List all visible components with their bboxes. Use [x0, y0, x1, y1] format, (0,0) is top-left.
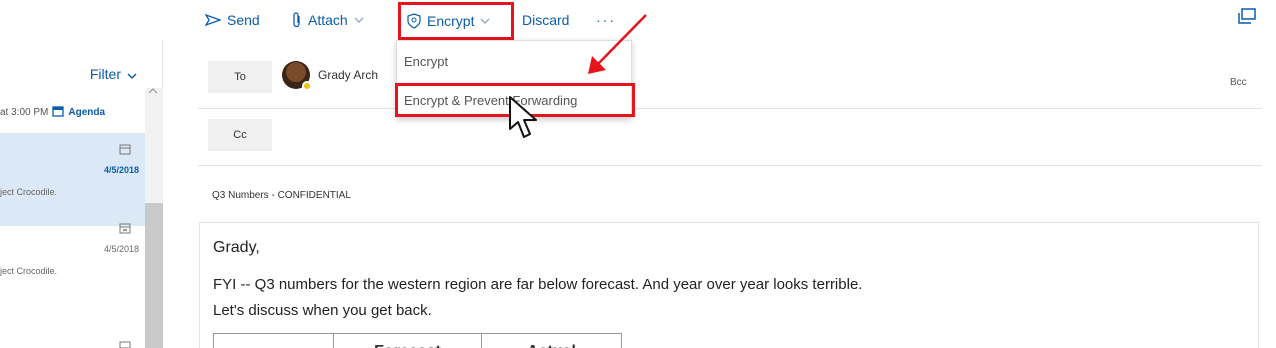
scroll-up-icon[interactable] — [148, 86, 158, 97]
filter-button[interactable]: Filter — [90, 66, 137, 82]
agenda-link[interactable]: Agenda — [68, 107, 105, 118]
avatar — [282, 61, 312, 91]
list-item-date: 4/5/2018 — [103, 165, 139, 175]
table-header-cell: Forecast — [333, 333, 482, 348]
calendar-icon — [52, 105, 65, 120]
compose-pane: To Grady Arch Bcc Cc Q3 Numbers - CONFID… — [198, 40, 1276, 348]
agenda-time: at 3:00 PM — [0, 107, 49, 118]
to-button[interactable]: To — [208, 61, 272, 93]
discard-button[interactable]: Discard — [522, 9, 569, 31]
divider — [198, 108, 1262, 109]
list-scrollbar-thumb[interactable] — [145, 203, 163, 348]
chevron-down-icon — [354, 17, 364, 23]
table-row: Forecast Actual — [213, 333, 622, 348]
annotation-arrow-icon — [580, 12, 650, 85]
body-line: FYI -- Q3 numbers for the western region… — [213, 276, 863, 293]
table-header-cell — [213, 333, 334, 348]
attach-label: Attach — [308, 12, 348, 28]
message-list-pane: Filter at 3:00 PM Agenda 4/5/2018 ject C… — [0, 40, 163, 348]
send-button[interactable]: Send — [205, 9, 260, 31]
list-item[interactable] — [0, 340, 145, 348]
discard-label: Discard — [522, 12, 570, 28]
presence-indicator — [302, 81, 312, 91]
message-body-editor[interactable]: Grady, FYI -- Q3 numbers for the western… — [199, 222, 1259, 348]
list-item[interactable]: 4/5/2018 ject Crocodile. — [0, 212, 145, 305]
calendar-icon — [119, 222, 131, 236]
body-greeting: Grady, — [213, 239, 260, 256]
numbers-table: Forecast Actual — [213, 333, 622, 348]
bcc-link[interactable]: Bcc — [1230, 77, 1247, 88]
divider — [198, 165, 1262, 166]
recipient-chip[interactable]: Grady Arch — [282, 61, 379, 91]
list-item-date: 4/5/2018 — [103, 244, 139, 254]
filter-label: Filter — [89, 66, 121, 82]
list-item-snippet: ject Crocodile. — [0, 266, 58, 276]
mouse-cursor-icon — [508, 95, 542, 146]
popout-button[interactable] — [1238, 8, 1256, 29]
encrypt-label: Encrypt — [427, 13, 475, 29]
chevron-down-icon — [127, 66, 137, 82]
list-item-snippet: ject Crocodile. — [0, 187, 58, 197]
send-label: Send — [227, 12, 260, 28]
subject-input[interactable]: Q3 Numbers - CONFIDENTIAL — [212, 190, 351, 201]
recipient-name: Grady Arch — [318, 68, 379, 82]
paperclip-icon — [292, 12, 302, 28]
attach-button[interactable]: Attach — [292, 9, 364, 31]
send-icon — [205, 14, 221, 26]
encrypt-shield-icon — [407, 13, 421, 29]
encrypt-button[interactable]: Encrypt — [398, 2, 514, 40]
body-line: Let's discuss when you get back. — [213, 302, 432, 319]
table-header-cell: Actual — [481, 333, 622, 348]
calendar-icon — [119, 340, 131, 348]
popout-icon — [1238, 8, 1256, 28]
calendar-icon — [119, 143, 131, 157]
cc-button[interactable]: Cc — [208, 119, 272, 151]
agenda-line: at 3:00 PM Agenda — [0, 105, 105, 120]
chevron-down-icon — [480, 18, 490, 24]
